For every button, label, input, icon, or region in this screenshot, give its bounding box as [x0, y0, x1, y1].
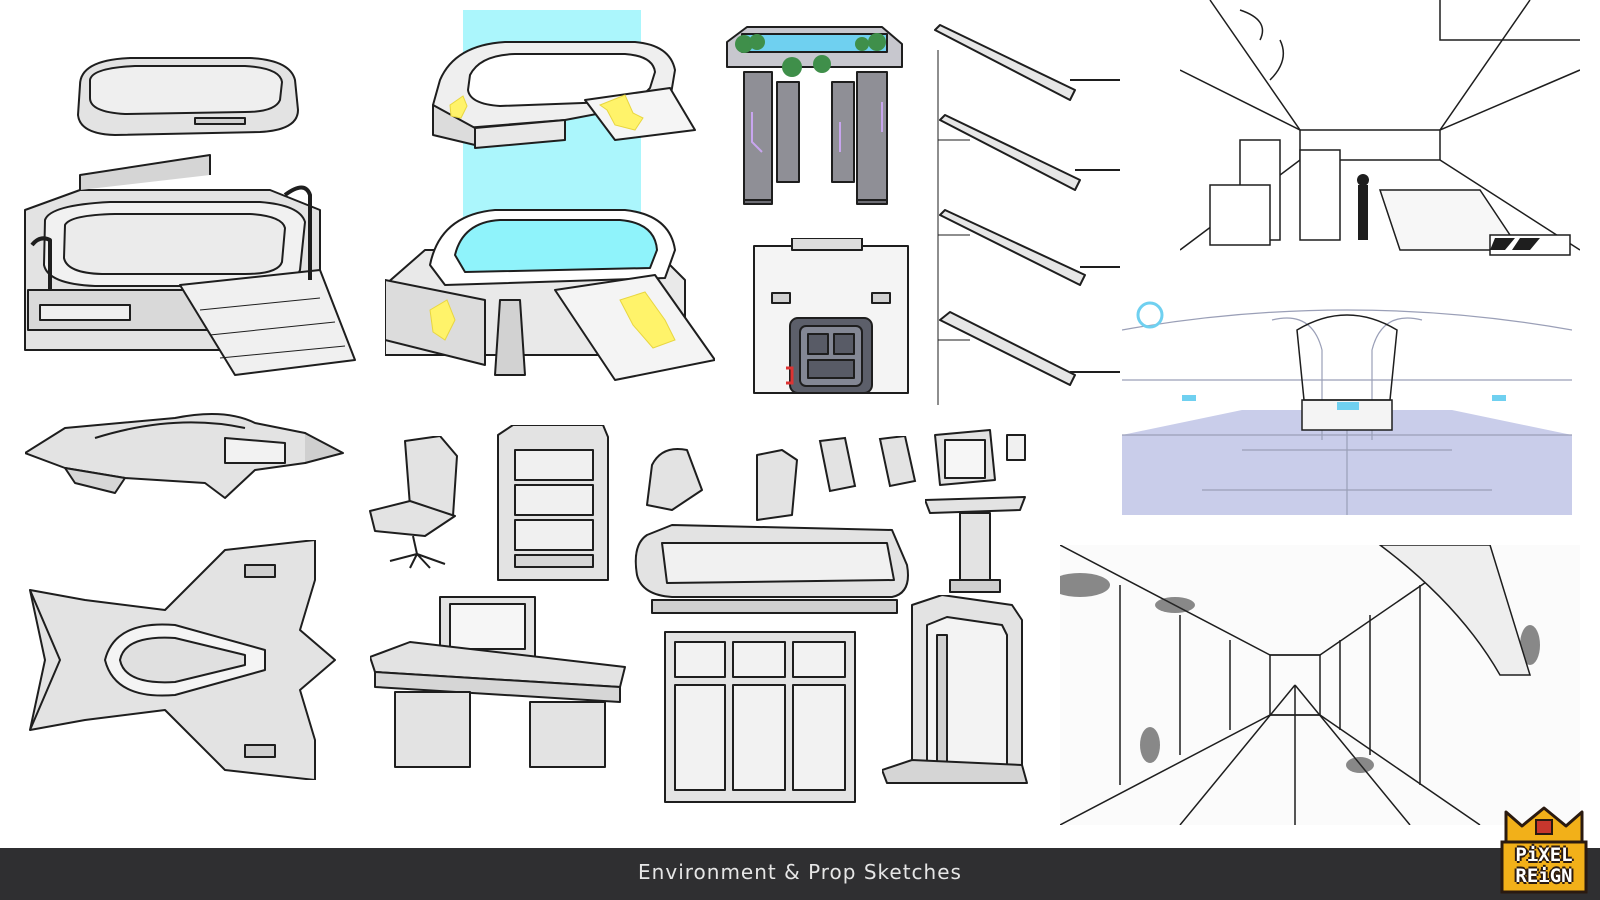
computer-desk-sketch	[370, 592, 630, 772]
planter-pillars-sketch	[722, 22, 907, 207]
locker-cabinet-sketch	[663, 630, 858, 805]
console-kiosk-sketch	[925, 425, 1030, 595]
corridor-ink-sketch	[1060, 545, 1580, 825]
footer-bar: Environment & Prop Sketches	[0, 848, 1600, 900]
logo-word-1: PiXEL	[1515, 844, 1573, 866]
sketch-sheet	[0, 0, 1600, 848]
logo-word-2: REiGN	[1515, 865, 1573, 887]
ship-top-sketch	[25, 540, 345, 780]
door-frame-sketch	[882, 595, 1032, 785]
sheet-title: Environment & Prop Sketches	[638, 860, 962, 884]
hologram-pad-sketch	[385, 10, 715, 385]
platform-ramp-sketch	[20, 30, 360, 380]
pixel-reign-logo: PiXEL REiGN	[1498, 804, 1590, 896]
rail-variants-sketch	[930, 20, 1120, 405]
vault-door-sketch	[752, 238, 910, 395]
filing-cabinet-sketch	[493, 425, 613, 585]
office-chair-sketch	[365, 436, 465, 571]
tablet-props-sketch	[815, 436, 925, 496]
ship-side-sketch	[25, 408, 345, 508]
room-interior-sketch	[1122, 290, 1572, 515]
hangar-interior-sketch	[1180, 0, 1580, 270]
